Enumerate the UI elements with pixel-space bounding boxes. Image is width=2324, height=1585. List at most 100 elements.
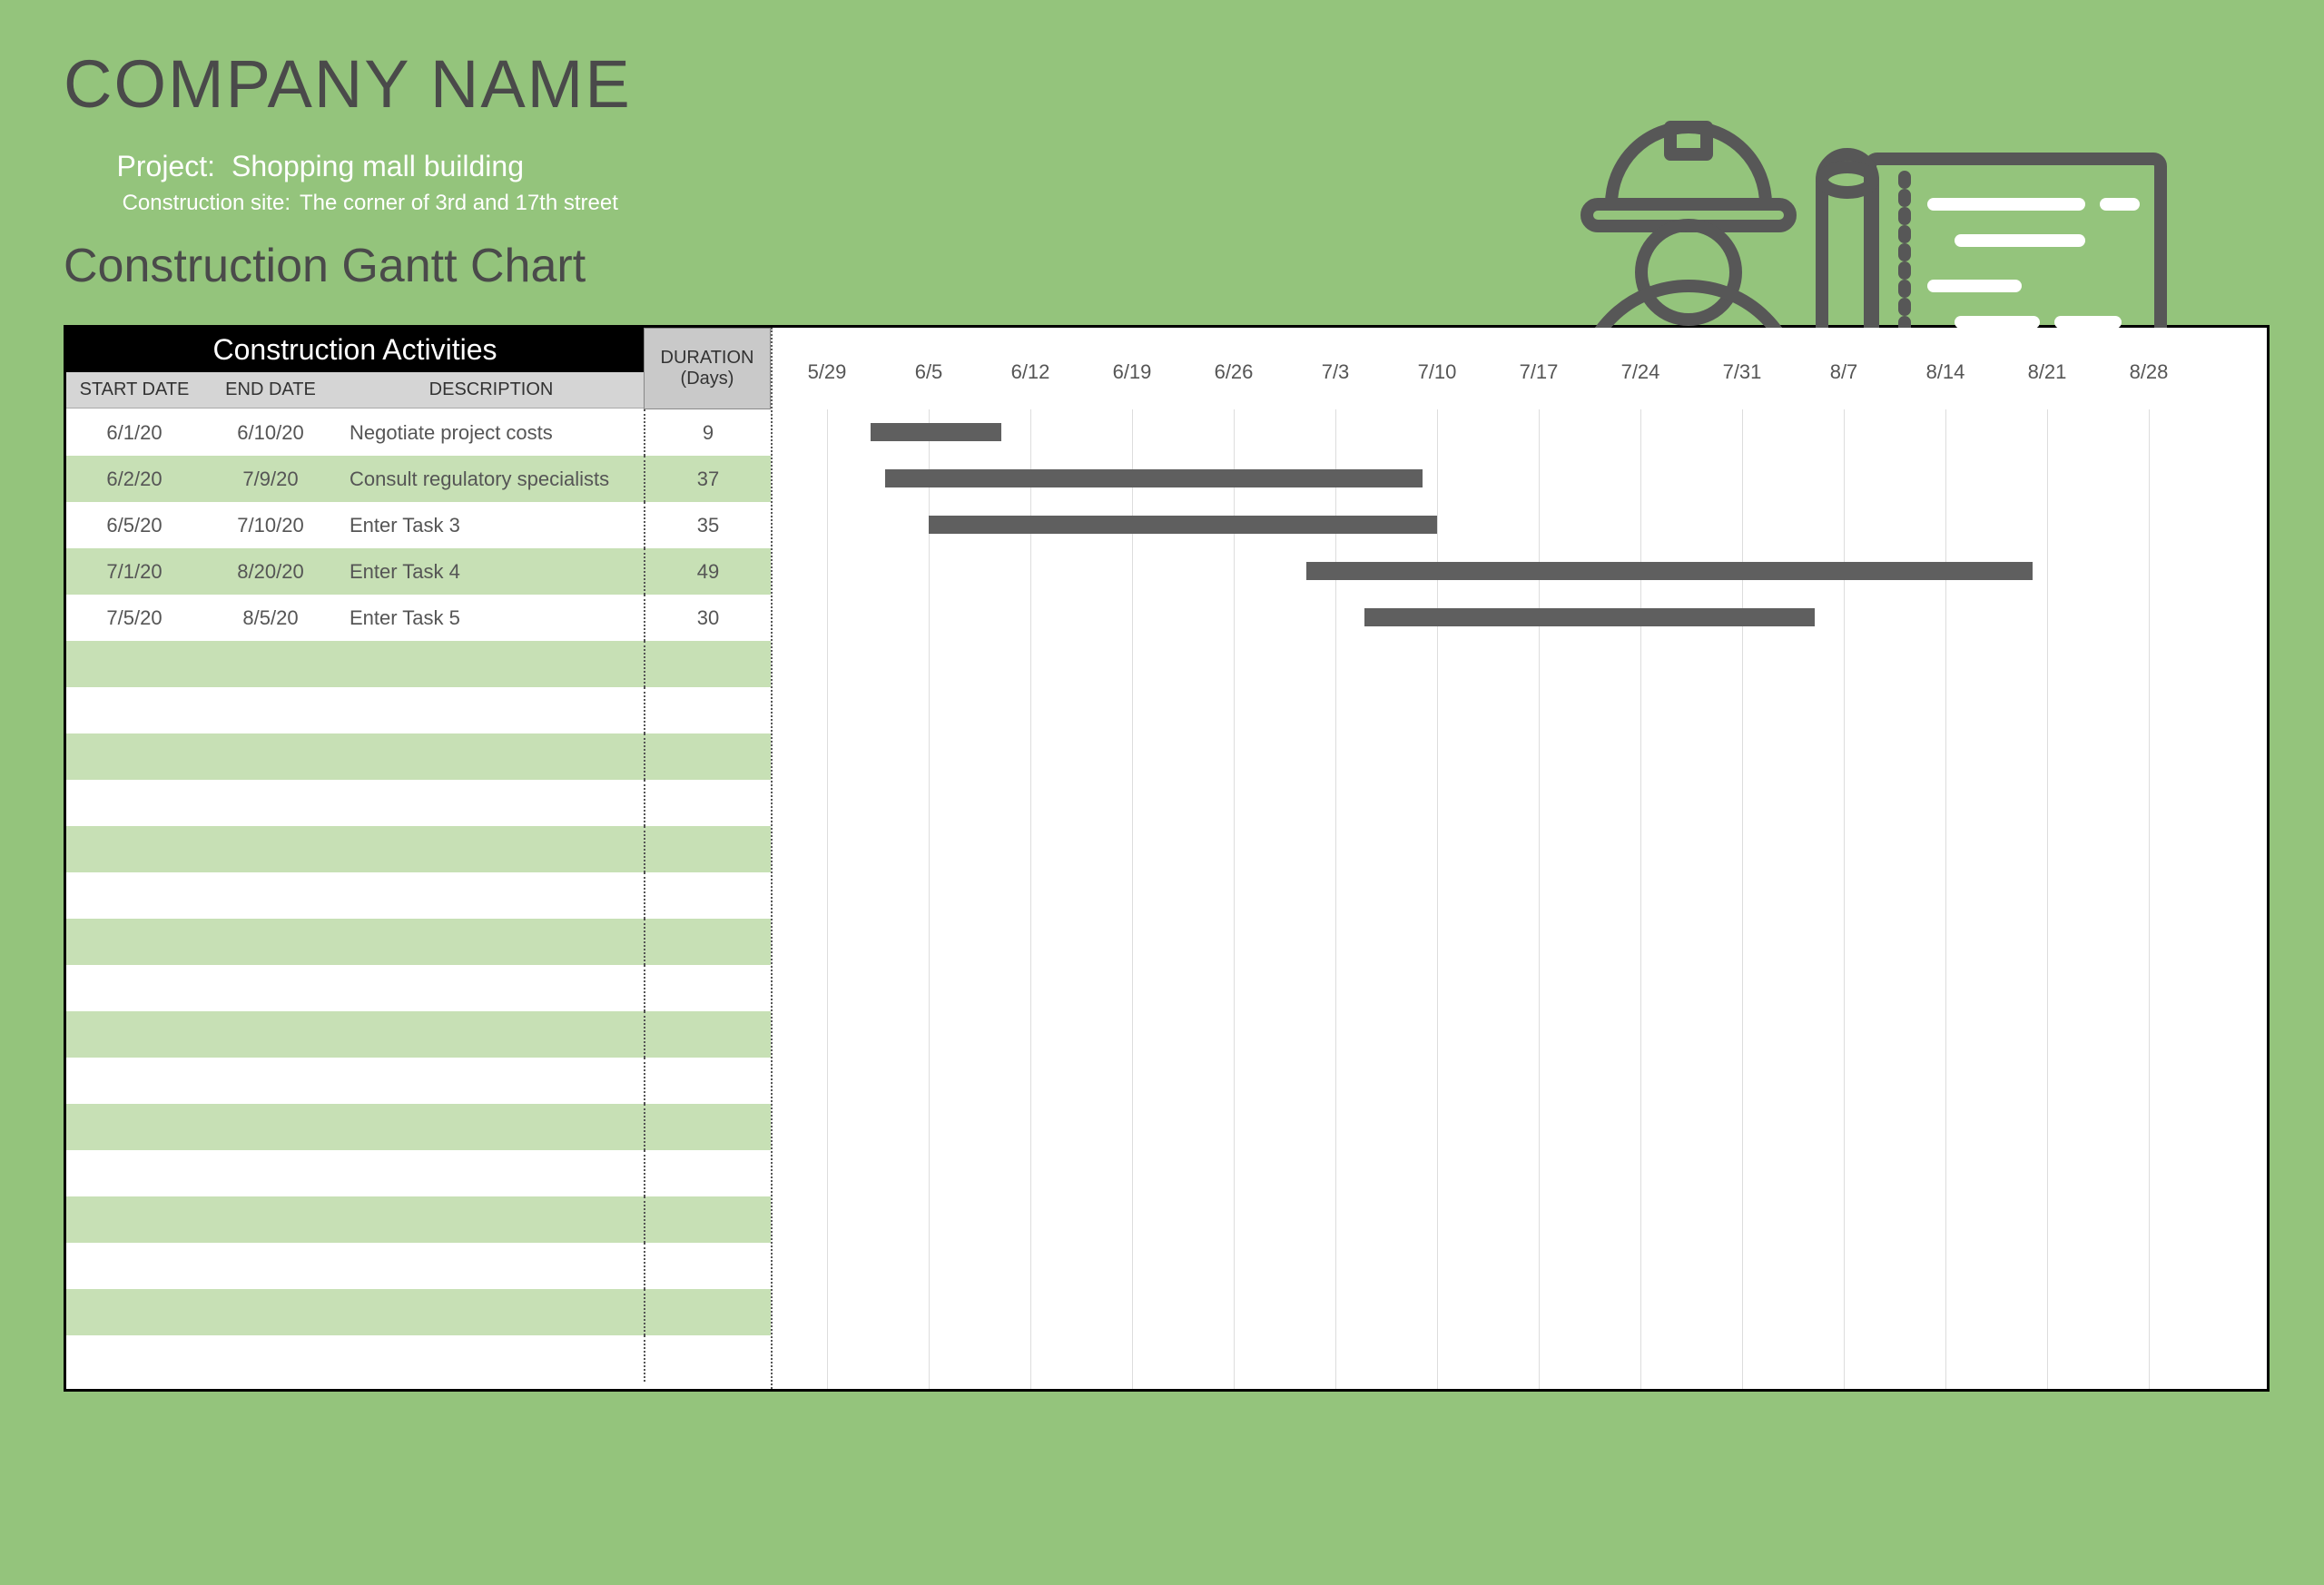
activities-panel: Construction Activities START DATE END D… [66,328,773,1389]
task-row: 6/1/206/10/20Negotiate project costs9 [66,409,771,456]
gantt-bar [929,516,1437,534]
cell-duration [644,1243,771,1289]
task-row [66,1335,771,1382]
gridline [1844,409,1845,1389]
task-row [66,1289,771,1335]
duration-header-top: DURATION [661,348,754,369]
cell-duration [644,826,771,872]
cell-end: 6/10/20 [202,421,339,445]
col-start-header: START DATE [66,379,202,400]
cell-duration [644,780,771,826]
task-row [66,1150,771,1196]
tick-label: 7/24 [1621,360,1660,384]
task-row [66,919,771,965]
activities-header: Construction Activities [66,328,644,372]
cell-duration: 9 [644,409,771,456]
task-row [66,780,771,826]
gridline [1335,409,1336,1389]
task-row [66,965,771,1011]
cell-start: 7/1/20 [66,560,202,584]
cell-start: 6/2/20 [66,468,202,491]
gridline [1539,409,1540,1389]
cell-desc: Negotiate project costs [339,421,644,445]
timeline-header: 5/29 6/5 6/12 6/19 6/26 7/3 7/10 7/17 7/24 7/31 8/… [773,328,2267,409]
cell-duration: 37 [644,456,771,502]
cell-start: 6/5/20 [66,514,202,537]
task-row [66,641,771,687]
cell-duration [644,1289,771,1335]
cell-duration [644,1335,771,1382]
task-row: 7/1/208/20/20Enter Task 449 [66,548,771,595]
cell-duration [644,1058,771,1104]
tick-label: 6/5 [915,360,943,384]
gridline [2047,409,2048,1389]
cell-desc: Consult regulatory specialists [339,468,644,491]
task-row [66,872,771,919]
timeline-panel: 5/29 6/5 6/12 6/19 6/26 7/3 7/10 7/17 7/24 7/31 8/… [773,328,2267,1389]
task-row [66,1058,771,1104]
gridline [1437,409,1438,1389]
gridlines [773,409,2267,1389]
cell-duration: 35 [644,502,771,548]
cell-desc: Enter Task 5 [339,606,644,630]
site-value: The corner of 3rd and 17th street [300,191,618,216]
tick-label: 7/31 [1723,360,1762,384]
cell-duration: 30 [644,595,771,641]
cell-duration: 49 [644,548,771,595]
gantt-chart: Construction Activities START DATE END D… [64,325,2270,1392]
cell-duration [644,1104,771,1150]
gridline [827,409,828,1389]
gridline [1640,409,1641,1389]
tick-label: 8/28 [2130,360,2169,384]
gantt-bar [1306,562,2033,580]
cell-duration [644,872,771,919]
cell-desc: Enter Task 4 [339,560,644,584]
task-rows: 6/1/206/10/20Negotiate project costs96/2… [66,409,771,1389]
tick-label: 6/12 [1011,360,1050,384]
gridline [1132,409,1133,1389]
gridline [1234,409,1235,1389]
project-value: Shopping mall building [231,150,524,183]
cell-duration [644,965,771,1011]
column-headers: START DATE END DATE DESCRIPTION [66,372,644,409]
project-label: Project: [64,150,231,183]
task-row [66,1196,771,1243]
site-label: Construction site: [64,191,300,216]
cell-duration [644,1196,771,1243]
tick-label: 7/3 [1322,360,1350,384]
task-row [66,1011,771,1058]
task-row [66,733,771,780]
tick-label: 7/10 [1418,360,1457,384]
gantt-bar [871,423,1001,441]
cell-start: 7/5/20 [66,606,202,630]
task-row [66,687,771,733]
tick-label: 6/19 [1113,360,1152,384]
cell-duration [644,733,771,780]
page-header: COMPANY NAME Project: Shopping mall buil… [64,45,2270,293]
gridline [1945,409,1946,1389]
tick-label: 6/26 [1215,360,1254,384]
task-row: 6/2/207/9/20Consult regulatory specialis… [66,456,771,502]
cell-end: 8/5/20 [202,606,339,630]
duration-header: DURATION (Days) [644,328,771,409]
cell-end: 7/10/20 [202,514,339,537]
task-row [66,1104,771,1150]
task-row [66,1243,771,1289]
cell-duration [644,1011,771,1058]
col-end-header: END DATE [202,379,339,400]
tick-label: 8/7 [1830,360,1858,384]
cell-start: 6/1/20 [66,421,202,445]
cell-duration [644,687,771,733]
cell-end: 7/9/20 [202,468,339,491]
cell-desc: Enter Task 3 [339,514,644,537]
gridline [2149,409,2150,1389]
cell-end: 8/20/20 [202,560,339,584]
col-desc-header: DESCRIPTION [339,379,644,400]
tick-label: 5/29 [808,360,847,384]
task-row: 6/5/207/10/20Enter Task 335 [66,502,771,548]
gridline [1030,409,1031,1389]
cell-duration [644,1150,771,1196]
tick-label: 7/17 [1520,360,1559,384]
cell-duration [644,919,771,965]
gridline [1742,409,1743,1389]
